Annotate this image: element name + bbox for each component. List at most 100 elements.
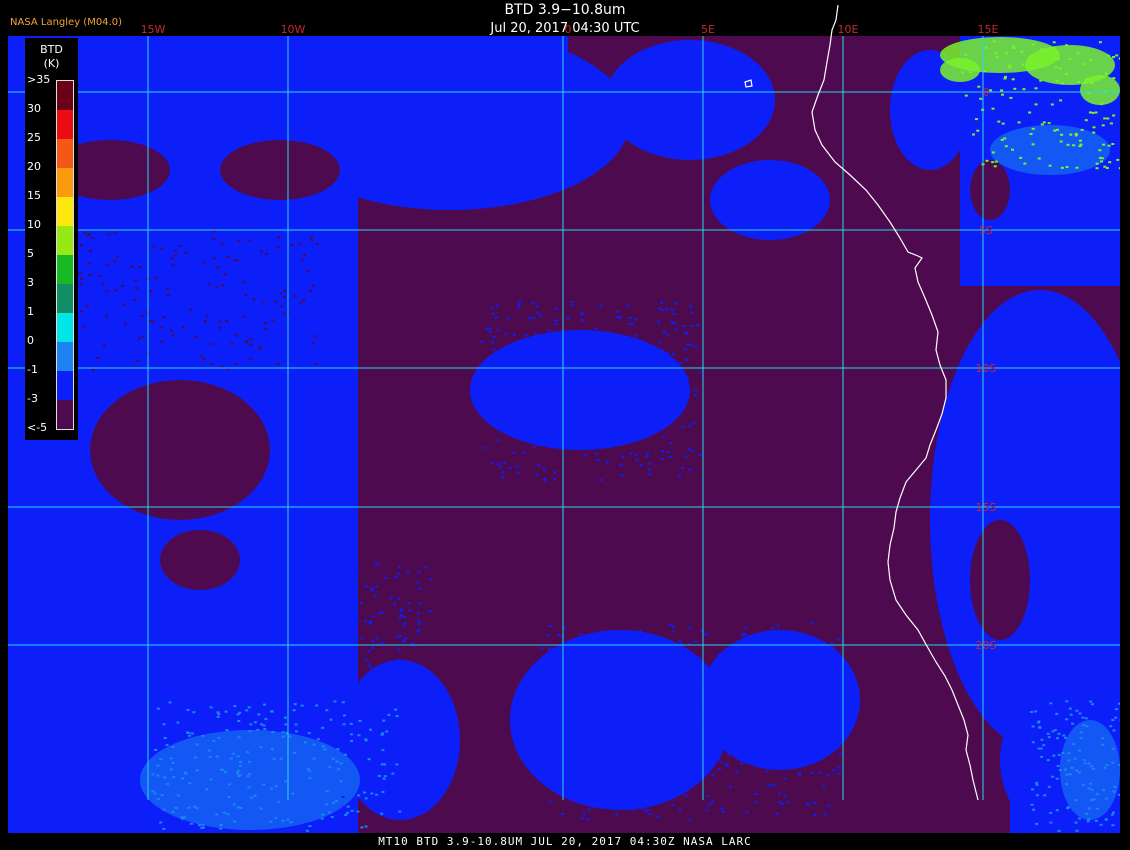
cloud-speckle <box>727 683 731 686</box>
cloud-speckle <box>776 683 780 686</box>
cloud-speckle <box>349 722 353 725</box>
cloud-speckle <box>406 673 410 676</box>
cloud-speckle <box>582 759 586 762</box>
cloud-speckle <box>602 751 606 754</box>
cloud-speckle <box>686 343 690 346</box>
cloud-speckle <box>1065 718 1068 721</box>
cloud-speckle <box>408 788 412 791</box>
cloud-speckle <box>162 808 166 811</box>
latitude-label: 15S <box>976 501 997 514</box>
cloud-speckle <box>694 345 698 348</box>
cloud-speckle <box>200 355 204 358</box>
cloud-speckle <box>688 626 692 629</box>
cloud-speckle <box>200 826 204 829</box>
cloud-speckle <box>587 808 591 811</box>
cloud-speckle <box>771 627 775 630</box>
cloud-speckle <box>354 560 358 563</box>
cloud-speckle <box>239 806 243 809</box>
cloud-speckle <box>232 752 236 755</box>
cloud-speckle <box>166 782 170 785</box>
cloud-speckle <box>649 741 653 744</box>
cloud-speckle <box>123 323 127 326</box>
cloud-speckle <box>237 720 241 722</box>
cloud-speckle <box>293 703 297 706</box>
cloud-speckle <box>1112 77 1116 80</box>
cloud-speckle <box>811 700 815 703</box>
cloud-speckle <box>1084 119 1088 122</box>
cloud-speckle <box>587 748 590 751</box>
cloud-speckle <box>646 452 649 455</box>
cloud-speckle <box>1111 761 1115 764</box>
cloud-speckle <box>165 288 169 291</box>
cloud-speckle <box>363 791 366 794</box>
cloud-speckle <box>616 316 620 318</box>
cloud-speckle <box>684 456 688 459</box>
cloud-speckle <box>1059 140 1063 143</box>
cloud-speckle <box>1008 64 1012 67</box>
cloud-speckle <box>804 653 808 656</box>
cloud-speckle <box>583 454 587 457</box>
cloud-speckle <box>969 71 972 74</box>
cloud-speckle <box>984 46 988 49</box>
cloud-speckle <box>669 717 672 719</box>
cloud-speckle <box>598 380 602 383</box>
cloud-speckle <box>808 640 812 643</box>
cloud-speckle <box>1052 41 1056 44</box>
cloud-speckle <box>247 239 251 242</box>
cloud-speckle <box>350 733 353 736</box>
cloud-speckle <box>558 353 562 356</box>
cloud-speckle <box>976 129 980 132</box>
cloud-speckle <box>753 717 756 720</box>
cloud-speckle <box>630 808 634 811</box>
cloud-speckle <box>555 308 559 310</box>
cloud-speckle <box>376 791 380 794</box>
cloud-speckle <box>985 159 989 162</box>
cloud-speckle <box>622 682 626 685</box>
cloud-speckle <box>83 231 87 234</box>
cloud-speckle <box>1077 817 1081 820</box>
cloud-speckle <box>661 419 665 422</box>
cloud-speckle <box>565 718 569 721</box>
cloud-speckle <box>236 769 240 772</box>
cloud-speckle <box>105 315 108 318</box>
cloud-speckle <box>309 235 313 238</box>
cloud-speckle <box>201 823 205 826</box>
cloud-speckle <box>316 243 319 245</box>
cloud-speckle <box>337 768 341 771</box>
cloud-speckle <box>638 629 642 632</box>
cloud-speckle <box>1106 54 1110 57</box>
cloud-speckle <box>302 298 306 301</box>
cloud-speckle <box>638 420 642 423</box>
cloud-speckle <box>1057 732 1061 735</box>
cloud-speckle <box>1063 768 1067 771</box>
cloud-speckle <box>544 706 548 709</box>
cloud-speckle <box>556 759 560 762</box>
cloud-speckle <box>599 304 603 307</box>
cloud-speckle <box>315 704 319 707</box>
cloud-speckle <box>706 738 710 741</box>
cloud-speckle <box>248 760 252 763</box>
cloud-speckle <box>603 713 607 716</box>
cloud-speckle <box>612 724 616 727</box>
cloud-speckle <box>244 293 248 296</box>
cloud-speckle <box>399 614 403 617</box>
cloud-speckle <box>661 407 665 410</box>
cloud-speckle <box>649 427 653 429</box>
cloud-speckle <box>545 749 549 752</box>
cloud-speckle <box>350 682 354 685</box>
cloud-speckle <box>286 818 290 821</box>
cloud-speckle <box>1102 789 1106 792</box>
cloud-speckle <box>580 817 584 820</box>
cloud-speckle <box>325 709 329 712</box>
cloud-speckle <box>122 303 125 306</box>
cloud-speckle <box>1020 50 1024 53</box>
cloud-speckle <box>1000 89 1004 92</box>
cloud-speckle <box>1102 143 1106 146</box>
cloud-speckle <box>262 302 266 305</box>
cloud-speckle <box>596 762 600 765</box>
cloud-speckle <box>1060 133 1064 136</box>
cloud-speckle <box>411 769 415 772</box>
cloud-speckle <box>1001 93 1004 96</box>
cloud-speckle <box>629 452 633 455</box>
cloud-speckle <box>732 739 736 742</box>
